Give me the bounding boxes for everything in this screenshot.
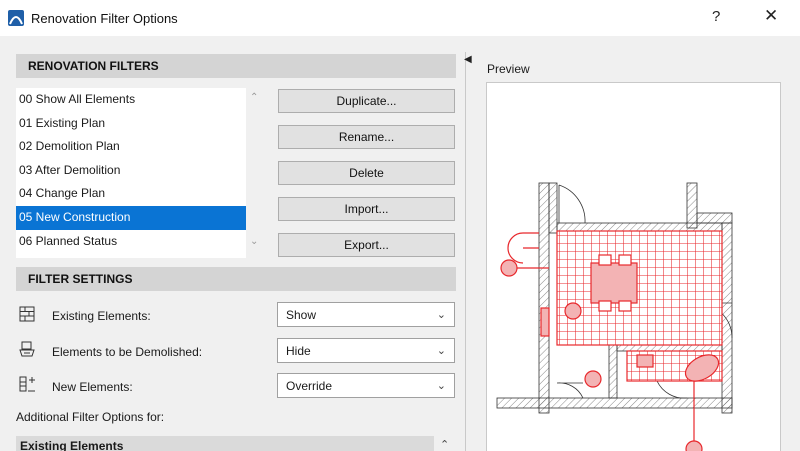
filter-item-existing-plan[interactable]: 01 Existing Plan bbox=[16, 112, 246, 136]
demolished-elements-value: Hide bbox=[286, 344, 311, 358]
filter-item-show-all[interactable]: 00 Show All Elements bbox=[16, 88, 246, 112]
chevron-down-icon: ⌄ bbox=[436, 380, 446, 392]
additional-filter-options-label: Additional Filter Options for: bbox=[16, 410, 165, 424]
chevron-up-icon[interactable]: ⌃ bbox=[440, 438, 449, 451]
list-scroll-up-icon[interactable]: ⌃ bbox=[250, 92, 258, 103]
list-scroll-down-icon[interactable]: ⌄ bbox=[250, 236, 258, 247]
filter-item-planned-status[interactable]: 06 Planned Status bbox=[16, 230, 246, 254]
chevron-down-icon: ⌄ bbox=[436, 345, 446, 357]
duplicate-button[interactable]: Duplicate... bbox=[278, 89, 455, 113]
chevron-down-icon: ⌄ bbox=[436, 309, 446, 321]
delete-button[interactable]: Delete bbox=[278, 161, 455, 185]
existing-elements-value: Show bbox=[286, 308, 317, 322]
filter-settings-header: FILTER SETTINGS bbox=[16, 267, 456, 291]
existing-elements-icon bbox=[19, 306, 35, 322]
filter-item-change-plan[interactable]: 04 Change Plan bbox=[16, 182, 246, 206]
new-elements-icon bbox=[19, 376, 35, 392]
filter-item-new-construction[interactable]: 05 New Construction bbox=[16, 205, 246, 230]
renovation-filter-list[interactable]: 00 Show All Elements 01 Existing Plan 02… bbox=[16, 88, 246, 258]
demolished-elements-label: Elements to be Demolished: bbox=[52, 345, 203, 359]
demolished-elements-icon bbox=[19, 341, 35, 357]
rename-button[interactable]: Rename... bbox=[278, 125, 455, 149]
window-title: Renovation Filter Options bbox=[31, 11, 178, 26]
title-bar: Renovation Filter Options ? ✕ bbox=[0, 0, 800, 36]
preview-label: Preview bbox=[487, 62, 530, 76]
renovation-filters-header: RENOVATION FILTERS bbox=[16, 54, 456, 78]
filter-item-demolition-plan[interactable]: 02 Demolition Plan bbox=[16, 135, 246, 159]
new-elements-select[interactable]: Override ⌄ bbox=[277, 373, 455, 398]
new-tiled-floor bbox=[556, 230, 723, 346]
demolished-elements-select[interactable]: Hide ⌄ bbox=[277, 338, 455, 363]
collapse-panel-icon[interactable]: ◀ bbox=[464, 54, 472, 65]
existing-elements-select[interactable]: Show ⌄ bbox=[277, 302, 455, 327]
existing-elements-label: Existing Elements: bbox=[52, 309, 151, 323]
floor-plan-preview bbox=[496, 182, 733, 451]
new-elements-value: Override bbox=[286, 379, 333, 393]
panel-divider[interactable] bbox=[465, 52, 466, 451]
help-button[interactable]: ? bbox=[712, 8, 720, 25]
preview-panel bbox=[486, 82, 781, 451]
export-button[interactable]: Export... bbox=[278, 233, 455, 257]
archicad-app-icon bbox=[8, 10, 24, 26]
existing-elements-subsection-header[interactable]: Existing Elements bbox=[16, 436, 434, 451]
new-elements-label: New Elements: bbox=[52, 380, 133, 394]
close-button[interactable]: ✕ bbox=[764, 6, 778, 26]
import-button[interactable]: Import... bbox=[278, 197, 455, 221]
filter-item-after-demolition[interactable]: 03 After Demolition bbox=[16, 159, 246, 183]
